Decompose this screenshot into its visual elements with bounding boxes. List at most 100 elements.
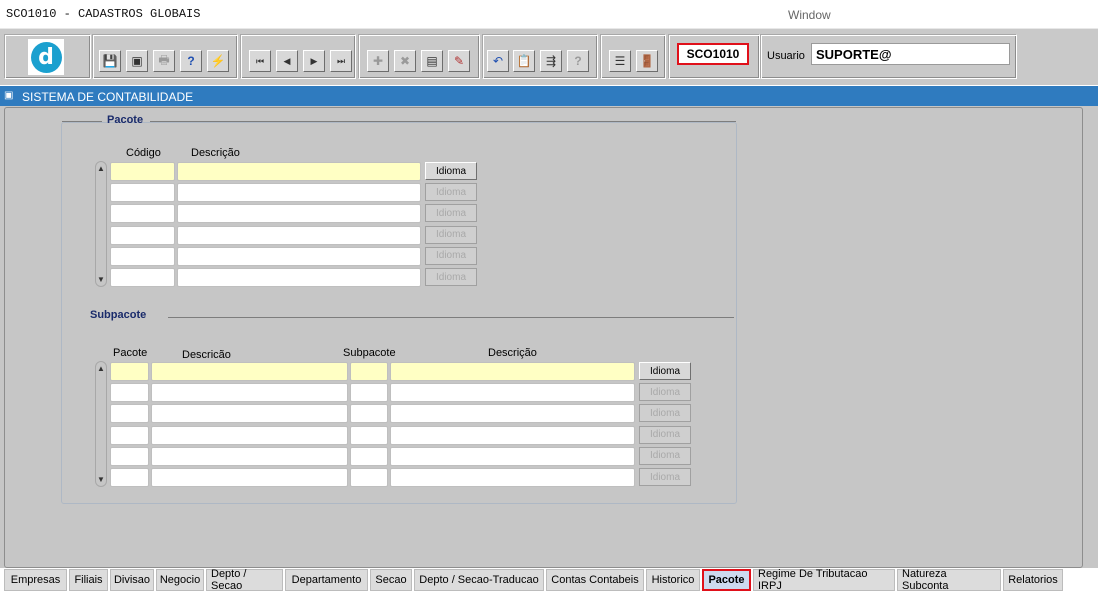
previous-record-icon[interactable]: ◀ (276, 50, 298, 72)
descricao-field[interactable] (177, 268, 421, 287)
descricao-field[interactable] (177, 183, 421, 203)
tab-negocio[interactable]: Negocio (156, 569, 204, 591)
tab-departamento[interactable]: Departamento (285, 569, 368, 591)
tab-secao[interactable]: Secao (370, 569, 412, 591)
subpacote-descricao-field[interactable] (390, 404, 635, 424)
codigo-field[interactable] (110, 268, 175, 287)
codigo-field[interactable] (110, 183, 175, 203)
navigation-group: ⏮ ◀ ▶ ⏭ (240, 34, 356, 79)
sub-pacote-field[interactable] (110, 404, 149, 424)
sub-idioma-button[interactable]: Idioma (639, 446, 691, 465)
last-record-icon[interactable]: ⏭ (330, 50, 352, 72)
delete-record-icon[interactable]: ✖ (394, 50, 416, 72)
idioma-button[interactable]: Idioma (425, 162, 477, 180)
scroll-up-icon[interactable]: ▲ (97, 164, 105, 173)
subpacote-field[interactable] (350, 404, 388, 424)
sub-pacote-field[interactable] (110, 362, 149, 381)
menu-icon[interactable]: ☰ (609, 50, 631, 72)
save-icon[interactable]: 💾 (99, 50, 121, 72)
tab-empresas[interactable]: Empresas (4, 569, 67, 591)
header-subpacote: Subpacote (343, 347, 396, 359)
tab-depto-secao-traducao[interactable]: Depto / Secao-Traducao (414, 569, 544, 591)
first-record-icon[interactable]: ⏮ (249, 50, 271, 72)
sub-descricao-field[interactable] (151, 404, 348, 424)
window-menu[interactable]: Window (788, 8, 831, 22)
subpacote-descricao-field[interactable] (390, 362, 635, 381)
tab-depto-secao[interactable]: Depto / Secao (206, 568, 283, 592)
scroll-down-icon[interactable]: ▼ (97, 475, 105, 484)
sub-descricao-field[interactable] (151, 425, 348, 445)
tab-relatorios[interactable]: Relatorios (1003, 569, 1063, 591)
idioma-button[interactable]: Idioma (425, 225, 477, 244)
tab-historico[interactable]: Historico (646, 569, 700, 591)
enter-query-icon[interactable]: ? (180, 50, 202, 72)
subpacote-field[interactable] (350, 383, 388, 403)
sub-idioma-button[interactable]: Idioma (639, 383, 691, 402)
codigo-field[interactable] (110, 204, 175, 224)
logo-letter: d (30, 41, 62, 73)
descricao-field[interactable] (177, 225, 421, 245)
tab-pacote[interactable]: Pacote (702, 569, 751, 591)
tab-divisao[interactable]: Divisao (110, 569, 154, 591)
subpacote-descricao-field[interactable] (390, 446, 635, 466)
form-code: SCO1010 (677, 43, 749, 65)
subpacote-field[interactable] (350, 425, 388, 445)
subpacote-descricao-field[interactable] (390, 468, 635, 487)
subpacote-descricao-field[interactable] (390, 383, 635, 403)
codigo-field[interactable] (110, 225, 175, 245)
sub-descricao-field[interactable] (151, 446, 348, 466)
sub-descricao-field[interactable] (151, 362, 348, 381)
next-record-icon[interactable]: ▶ (303, 50, 325, 72)
subpacote-descricao-field[interactable] (390, 425, 635, 445)
tab-contas-contabeis[interactable]: Contas Contabeis (546, 569, 644, 591)
tools-group: ↶ 📋 ⇶ ? (482, 34, 598, 79)
clipboard-icon[interactable]: 📋 (513, 50, 535, 72)
header-sub-descricao-2: Descrição (488, 347, 537, 359)
sub-descricao-field[interactable] (151, 383, 348, 403)
subpacote-field[interactable] (350, 446, 388, 466)
sub-pacote-field[interactable] (110, 383, 149, 403)
record-group: 💾 ▣ 🖶 ? ⚡ (92, 34, 238, 79)
sub-idioma-button[interactable]: Idioma (639, 425, 691, 444)
tab-regime-de-tributacao-irpj[interactable]: Regime De Tributacao IRPJ (753, 568, 895, 592)
descricao-field[interactable] (177, 246, 421, 266)
descricao-field[interactable] (177, 204, 421, 224)
execute-query-icon[interactable]: ⚡ (207, 50, 229, 72)
sub-idioma-button[interactable]: Idioma (639, 404, 691, 423)
subpacote-scrollbar[interactable]: ▲ ▼ (95, 361, 107, 487)
insert-record-icon[interactable]: ✚ (367, 50, 389, 72)
print-preview-icon[interactable]: ▣ (126, 50, 148, 72)
print-icon[interactable]: 🖶 (153, 50, 175, 72)
idioma-button[interactable]: Idioma (425, 246, 477, 265)
edit-field-icon[interactable]: ✎ (448, 50, 470, 72)
idioma-button[interactable]: Idioma (425, 183, 477, 202)
idioma-button[interactable]: Idioma (425, 204, 477, 223)
clear-record-icon[interactable]: ▤ (421, 50, 443, 72)
scroll-up-icon[interactable]: ▲ (97, 364, 105, 373)
codigo-field[interactable] (110, 162, 175, 181)
user-field[interactable]: SUPORTE@ (811, 43, 1010, 65)
sub-idioma-button[interactable]: Idioma (639, 468, 691, 486)
header-sub-pacote: Pacote (113, 347, 148, 359)
sub-pacote-field[interactable] (110, 446, 149, 466)
subpacote-field[interactable] (350, 468, 388, 487)
scroll-down-icon[interactable]: ▼ (97, 275, 105, 284)
sub-idioma-button[interactable]: Idioma (639, 362, 691, 380)
list-values-icon[interactable]: ⇶ (540, 50, 562, 72)
sub-pacote-field[interactable] (110, 468, 149, 487)
sub-pacote-field[interactable] (110, 425, 149, 445)
menu-group: ☰ 🚪 (600, 34, 666, 79)
exit-icon[interactable]: 🚪 (636, 50, 658, 72)
header-descricao: Descrição (191, 147, 240, 159)
subpacote-field[interactable] (350, 362, 388, 381)
codigo-field[interactable] (110, 246, 175, 266)
tab-natureza-subconta[interactable]: Natureza Subconta (897, 568, 1001, 592)
tab-filiais[interactable]: Filiais (69, 569, 108, 591)
sub-descricao-field[interactable] (151, 468, 348, 487)
pacote-scrollbar[interactable]: ▲ ▼ (95, 161, 107, 287)
idioma-button[interactable]: Idioma (425, 268, 477, 286)
descricao-field[interactable] (177, 162, 421, 181)
help-icon[interactable]: ? (567, 50, 589, 72)
undo-icon[interactable]: ↶ (487, 50, 509, 72)
edit-group: ✚ ✖ ▤ ✎ (358, 34, 480, 79)
